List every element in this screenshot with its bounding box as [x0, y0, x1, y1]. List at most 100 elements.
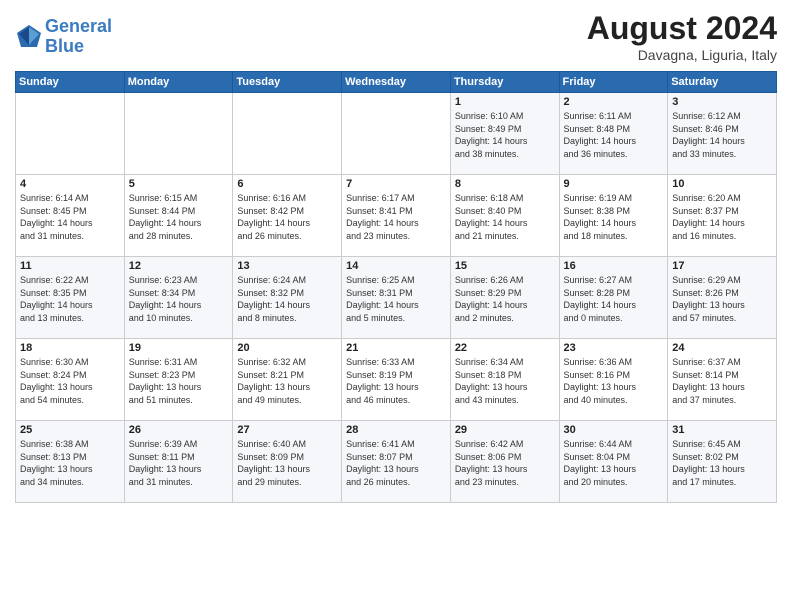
day-number: 17 — [672, 260, 772, 272]
logo-icon — [15, 23, 43, 51]
day-number: 13 — [237, 260, 337, 272]
logo: General Blue — [15, 17, 112, 57]
calendar-cell: 22 Sunrise: 6:34 AM Sunset: 8:18 PM Dayli… — [450, 339, 559, 421]
day-info: Sunrise: 6:19 AM Sunset: 8:38 PM Dayligh… — [564, 192, 664, 242]
calendar-cell: 11 Sunrise: 6:22 AM Sunset: 8:35 PM Dayli… — [16, 257, 125, 339]
calendar-cell — [16, 93, 125, 175]
day-info: Sunrise: 6:24 AM Sunset: 8:32 PM Dayligh… — [237, 274, 337, 324]
calendar-cell: 18 Sunrise: 6:30 AM Sunset: 8:24 PM Dayli… — [16, 339, 125, 421]
calendar-cell: 15 Sunrise: 6:26 AM Sunset: 8:29 PM Dayli… — [450, 257, 559, 339]
weekday-header: Tuesday — [233, 72, 342, 93]
day-number: 3 — [672, 96, 772, 108]
day-info: Sunrise: 6:25 AM Sunset: 8:31 PM Dayligh… — [346, 274, 446, 324]
calendar-cell: 24 Sunrise: 6:37 AM Sunset: 8:14 PM Dayli… — [668, 339, 777, 421]
day-info: Sunrise: 6:36 AM Sunset: 8:16 PM Dayligh… — [564, 356, 664, 406]
day-info: Sunrise: 6:16 AM Sunset: 8:42 PM Dayligh… — [237, 192, 337, 242]
day-number: 1 — [455, 96, 555, 108]
day-number: 19 — [129, 342, 229, 354]
day-number: 25 — [20, 424, 120, 436]
day-info: Sunrise: 6:38 AM Sunset: 8:13 PM Dayligh… — [20, 438, 120, 488]
day-number: 22 — [455, 342, 555, 354]
day-info: Sunrise: 6:44 AM Sunset: 8:04 PM Dayligh… — [564, 438, 664, 488]
day-info: Sunrise: 6:41 AM Sunset: 8:07 PM Dayligh… — [346, 438, 446, 488]
calendar-cell: 6 Sunrise: 6:16 AM Sunset: 8:42 PM Daylig… — [233, 175, 342, 257]
day-info: Sunrise: 6:30 AM Sunset: 8:24 PM Dayligh… — [20, 356, 120, 406]
day-number: 6 — [237, 178, 337, 190]
day-number: 5 — [129, 178, 229, 190]
calendar-cell: 31Sunrise: 6:45 AM Sunset: 8:02 PM Dayli… — [668, 421, 777, 503]
weekday-header-row: SundayMondayTuesdayWednesdayThursdayFrid… — [16, 72, 777, 93]
calendar-cell: 27Sunrise: 6:40 AM Sunset: 8:09 PM Dayli… — [233, 421, 342, 503]
calendar-cell: 14 Sunrise: 6:25 AM Sunset: 8:31 PM Dayli… — [342, 257, 451, 339]
page: General Blue August 2024 Davagna, Liguri… — [0, 0, 792, 612]
calendar-cell: 17 Sunrise: 6:29 AM Sunset: 8:26 PM Dayli… — [668, 257, 777, 339]
calendar-cell: 30 Sunrise: 6:44 AM Sunset: 8:04 PM Dayli… — [559, 421, 668, 503]
calendar-cell: 1 Sunrise: 6:10 AM Sunset: 8:49 PM Daylig… — [450, 93, 559, 175]
calendar-cell: 21 Sunrise: 6:33 AM Sunset: 8:19 PM Dayli… — [342, 339, 451, 421]
day-info: Sunrise: 6:27 AM Sunset: 8:28 PM Dayligh… — [564, 274, 664, 324]
day-info: Sunrise: 6:29 AM Sunset: 8:26 PM Dayligh… — [672, 274, 772, 324]
day-info: Sunrise: 6:26 AM Sunset: 8:29 PM Dayligh… — [455, 274, 555, 324]
calendar-cell: 2 Sunrise: 6:11 AM Sunset: 8:48 PM Daylig… — [559, 93, 668, 175]
day-number: 14 — [346, 260, 446, 272]
day-info: Sunrise: 6:23 AM Sunset: 8:34 PM Dayligh… — [129, 274, 229, 324]
day-info: Sunrise: 6:12 AM Sunset: 8:46 PM Dayligh… — [672, 110, 772, 160]
logo-general: General — [45, 16, 112, 36]
calendar-cell — [342, 93, 451, 175]
day-number: 23 — [564, 342, 664, 354]
calendar-week-row: 4Sunrise: 6:14 AM Sunset: 8:45 PM Daylig… — [16, 175, 777, 257]
day-number: 18 — [20, 342, 120, 354]
title-block: August 2024 Davagna, Liguria, Italy — [587, 10, 777, 63]
day-number: 12 — [129, 260, 229, 272]
day-number: 4 — [20, 178, 120, 190]
day-info: Sunrise: 6:33 AM Sunset: 8:19 PM Dayligh… — [346, 356, 446, 406]
day-number: 8 — [455, 178, 555, 190]
calendar-cell: 19 Sunrise: 6:31 AM Sunset: 8:23 PM Dayli… — [124, 339, 233, 421]
calendar-week-row: 25 Sunrise: 6:38 AM Sunset: 8:13 PM Dayli… — [16, 421, 777, 503]
day-number: 28 — [346, 424, 446, 436]
day-number: 10 — [672, 178, 772, 190]
calendar-cell: 7Sunrise: 6:17 AM Sunset: 8:41 PM Daylig… — [342, 175, 451, 257]
weekday-header: Monday — [124, 72, 233, 93]
day-number: 15 — [455, 260, 555, 272]
day-number: 31 — [672, 424, 772, 436]
calendar-cell: 10 Sunrise: 6:20 AM Sunset: 8:37 PM Dayli… — [668, 175, 777, 257]
day-number: 16 — [564, 260, 664, 272]
calendar-cell: 9 Sunrise: 6:19 AM Sunset: 8:38 PM Daylig… — [559, 175, 668, 257]
day-info: Sunrise: 6:32 AM Sunset: 8:21 PM Dayligh… — [237, 356, 337, 406]
day-info: Sunrise: 6:10 AM Sunset: 8:49 PM Dayligh… — [455, 110, 555, 160]
day-info: Sunrise: 6:15 AM Sunset: 8:44 PM Dayligh… — [129, 192, 229, 242]
calendar-cell — [233, 93, 342, 175]
calendar-cell — [124, 93, 233, 175]
day-number: 2 — [564, 96, 664, 108]
calendar-week-row: 11 Sunrise: 6:22 AM Sunset: 8:35 PM Dayli… — [16, 257, 777, 339]
day-info: Sunrise: 6:34 AM Sunset: 8:18 PM Dayligh… — [455, 356, 555, 406]
day-info: Sunrise: 6:11 AM Sunset: 8:48 PM Dayligh… — [564, 110, 664, 160]
calendar-cell: 23 Sunrise: 6:36 AM Sunset: 8:16 PM Dayli… — [559, 339, 668, 421]
day-number: 30 — [564, 424, 664, 436]
calendar-week-row: 1 Sunrise: 6:10 AM Sunset: 8:49 PM Daylig… — [16, 93, 777, 175]
day-info: Sunrise: 6:22 AM Sunset: 8:35 PM Dayligh… — [20, 274, 120, 324]
month-year: August 2024 — [587, 10, 777, 47]
weekday-header: Sunday — [16, 72, 125, 93]
day-number: 9 — [564, 178, 664, 190]
day-number: 11 — [20, 260, 120, 272]
location: Davagna, Liguria, Italy — [587, 47, 777, 63]
weekday-header: Thursday — [450, 72, 559, 93]
day-info: Sunrise: 6:18 AM Sunset: 8:40 PM Dayligh… — [455, 192, 555, 242]
calendar-cell: 20Sunrise: 6:32 AM Sunset: 8:21 PM Dayli… — [233, 339, 342, 421]
calendar-cell: 29Sunrise: 6:42 AM Sunset: 8:06 PM Dayli… — [450, 421, 559, 503]
day-info: Sunrise: 6:37 AM Sunset: 8:14 PM Dayligh… — [672, 356, 772, 406]
calendar-cell: 12 Sunrise: 6:23 AM Sunset: 8:34 PM Dayli… — [124, 257, 233, 339]
logo-blue: Blue — [45, 36, 84, 56]
header: General Blue August 2024 Davagna, Liguri… — [15, 10, 777, 63]
day-number: 21 — [346, 342, 446, 354]
day-number: 24 — [672, 342, 772, 354]
calendar-cell: 3 Sunrise: 6:12 AM Sunset: 8:46 PM Daylig… — [668, 93, 777, 175]
day-number: 7 — [346, 178, 446, 190]
weekday-header: Friday — [559, 72, 668, 93]
day-number: 27 — [237, 424, 337, 436]
day-info: Sunrise: 6:31 AM Sunset: 8:23 PM Dayligh… — [129, 356, 229, 406]
day-info: Sunrise: 6:20 AM Sunset: 8:37 PM Dayligh… — [672, 192, 772, 242]
calendar-table: SundayMondayTuesdayWednesdayThursdayFrid… — [15, 71, 777, 503]
